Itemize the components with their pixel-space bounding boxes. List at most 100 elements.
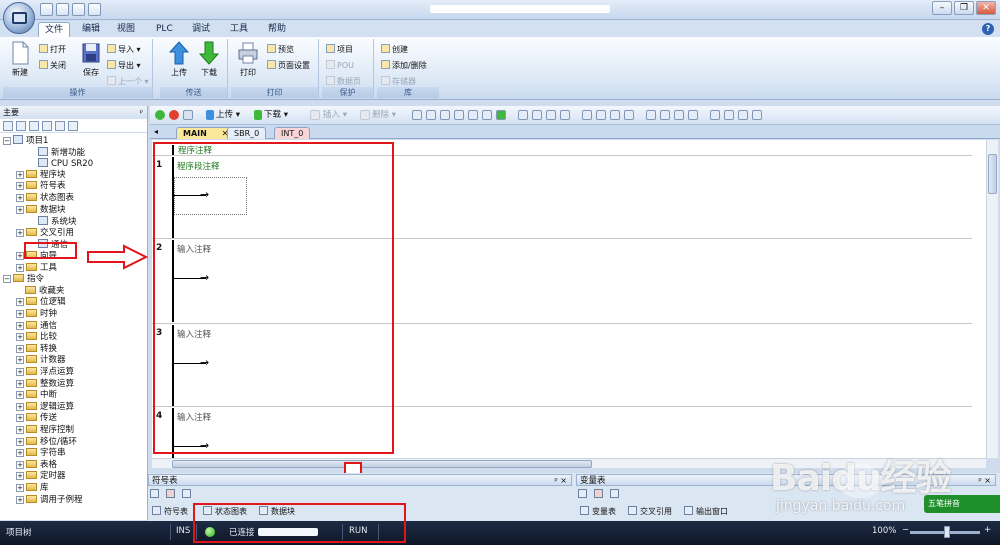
bottom-tab-symbol-table[interactable]: 符号表 <box>152 506 188 518</box>
tab-help[interactable]: 帮助 <box>262 22 292 37</box>
next-bookmark-icon[interactable] <box>546 110 556 120</box>
pou-comment-icon[interactable] <box>738 110 748 120</box>
tree-tool-icon[interactable] <box>68 121 78 131</box>
protect-pou-button[interactable]: POU <box>326 59 354 72</box>
expand-icon[interactable]: + <box>16 402 24 411</box>
tab-plc[interactable]: PLC <box>150 22 179 37</box>
tree-item[interactable]: + 比较 <box>16 332 57 344</box>
horizontal-scroll-thumb[interactable] <box>172 460 592 468</box>
app-menu-button[interactable] <box>3 2 35 34</box>
delete-row-icon[interactable] <box>593 489 603 498</box>
tree-item[interactable]: 新增功能 <box>38 146 85 159</box>
zoom-in-button[interactable]: + <box>984 525 991 535</box>
bookmark-icon[interactable] <box>518 110 528 120</box>
tree-tool-icon[interactable] <box>16 121 26 131</box>
tree-item[interactable]: + 整数运算 <box>16 378 74 391</box>
vertical-scroll-thumb[interactable] <box>988 154 997 194</box>
tab-tools[interactable]: 工具 <box>224 22 254 37</box>
tree-item[interactable]: + 交叉引用 <box>16 227 74 240</box>
expand-icon[interactable]: + <box>16 310 24 318</box>
upload-button[interactable]: 上传 <box>164 41 194 85</box>
coil-icon[interactable] <box>468 110 478 120</box>
line-left-icon[interactable] <box>610 110 620 120</box>
preview-button[interactable]: 预览 <box>267 43 294 56</box>
pin-icon[interactable]: ᵖ <box>140 106 143 119</box>
expand-icon[interactable]: + <box>16 182 24 191</box>
expand-icon[interactable]: + <box>16 228 24 237</box>
open-button[interactable]: 打开 <box>39 43 66 56</box>
tree-item[interactable]: + 状态图表 <box>16 193 74 205</box>
toolbar-delete-button[interactable]: 删除 ▾ <box>372 110 396 121</box>
collapse-icon[interactable]: − <box>3 275 11 284</box>
expand-icon[interactable]: + <box>16 414 24 423</box>
expand-icon[interactable]: + <box>16 368 24 376</box>
tree-item[interactable]: − 指令 <box>3 274 44 286</box>
page-setup-button[interactable]: 页面设置 <box>267 59 310 72</box>
editor-vertical-scrollbar[interactable] <box>986 140 998 458</box>
stop-icon[interactable] <box>169 110 179 120</box>
expand-icon[interactable]: + <box>16 170 24 179</box>
tree-item[interactable]: + 字符串 <box>16 448 66 460</box>
tree-item[interactable]: + 程序控制 <box>16 425 74 437</box>
status-project-tree[interactable]: 项目树 <box>6 526 32 538</box>
insert-row-icon[interactable] <box>609 489 619 498</box>
expand-icon[interactable]: + <box>16 252 24 260</box>
tree-item[interactable]: + 逻辑运算 <box>16 401 74 414</box>
tree-item[interactable]: − 项目1 <box>3 135 48 147</box>
contact-icon[interactable] <box>454 110 464 120</box>
open-folder-icon[interactable] <box>56 3 69 16</box>
delete-row-icon[interactable] <box>165 489 175 498</box>
collapse-icon[interactable]: − <box>3 137 11 145</box>
expand-icon[interactable]: + <box>16 263 24 272</box>
tree-item[interactable]: + 定时器 <box>16 471 66 483</box>
tab-sbr0[interactable]: SBR_0 <box>227 127 267 139</box>
expand-icon[interactable]: + <box>16 321 24 330</box>
library-add-remove-button[interactable]: 添加/删除 <box>381 59 427 72</box>
expand-icon[interactable]: + <box>16 333 24 342</box>
properties-icon[interactable] <box>752 110 762 120</box>
tab-file[interactable]: 文件 <box>38 22 71 37</box>
tree-item[interactable]: + 位逻辑 <box>16 297 66 309</box>
tree-item[interactable]: + 时钟 <box>16 309 57 321</box>
protect-project-button[interactable]: 项目 <box>326 43 353 56</box>
program-comment-icon[interactable] <box>724 110 734 120</box>
bottom-tab-output-window[interactable]: 输出窗口 <box>684 506 728 518</box>
download-button[interactable]: 下载 <box>194 41 224 85</box>
help-icon[interactable]: ? <box>982 23 994 35</box>
tree-item[interactable]: 收藏夹 <box>25 285 65 298</box>
tree-item[interactable]: 系统块 <box>38 216 77 228</box>
tree-item[interactable]: + 调用子例程 <box>16 494 83 507</box>
new-button[interactable]: 新建 <box>5 41 35 85</box>
tree-item[interactable]: + 符号表 <box>16 181 66 193</box>
print-icon[interactable] <box>88 3 101 16</box>
expand-icon[interactable]: + <box>16 205 24 214</box>
tree-item[interactable]: + 通信 <box>16 320 57 333</box>
library-create-button[interactable]: 创建 <box>381 43 408 56</box>
expand-icon[interactable]: + <box>16 460 24 469</box>
contact-no-icon[interactable] <box>646 110 656 120</box>
expand-icon[interactable]: + <box>16 495 24 504</box>
bottom-tab-cross-reference[interactable]: 交叉引用 <box>628 506 672 518</box>
tree-tool-icon[interactable] <box>42 121 52 131</box>
minimize-button[interactable]: – <box>932 1 952 15</box>
tree-item[interactable]: + 库 <box>16 483 49 495</box>
expand-icon[interactable]: + <box>16 484 24 492</box>
expand-icon[interactable]: + <box>16 379 24 388</box>
download-net-icon[interactable] <box>496 110 506 120</box>
symbol-icon[interactable] <box>688 110 698 120</box>
tab-debug[interactable]: 调试 <box>186 22 216 37</box>
new-file-icon[interactable] <box>40 3 53 16</box>
run-icon[interactable] <box>155 110 165 120</box>
tab-int0[interactable]: INT_0 <box>274 127 311 139</box>
expand-icon[interactable]: + <box>16 194 24 202</box>
bottom-tab-variable-table[interactable]: 变量表 <box>580 506 616 518</box>
network-insert-icon[interactable] <box>426 110 436 120</box>
line-up-icon[interactable] <box>582 110 592 120</box>
tab-edit[interactable]: 编辑 <box>76 22 106 37</box>
coil-out-icon[interactable] <box>660 110 670 120</box>
tree-item[interactable]: + 移位/循环 <box>16 436 77 449</box>
toolbar-insert-button[interactable]: 插入 ▾ <box>323 110 347 121</box>
zoom-icon[interactable] <box>412 110 422 120</box>
clear-bookmark-icon[interactable] <box>560 110 570 120</box>
network-delete-icon[interactable] <box>440 110 450 120</box>
